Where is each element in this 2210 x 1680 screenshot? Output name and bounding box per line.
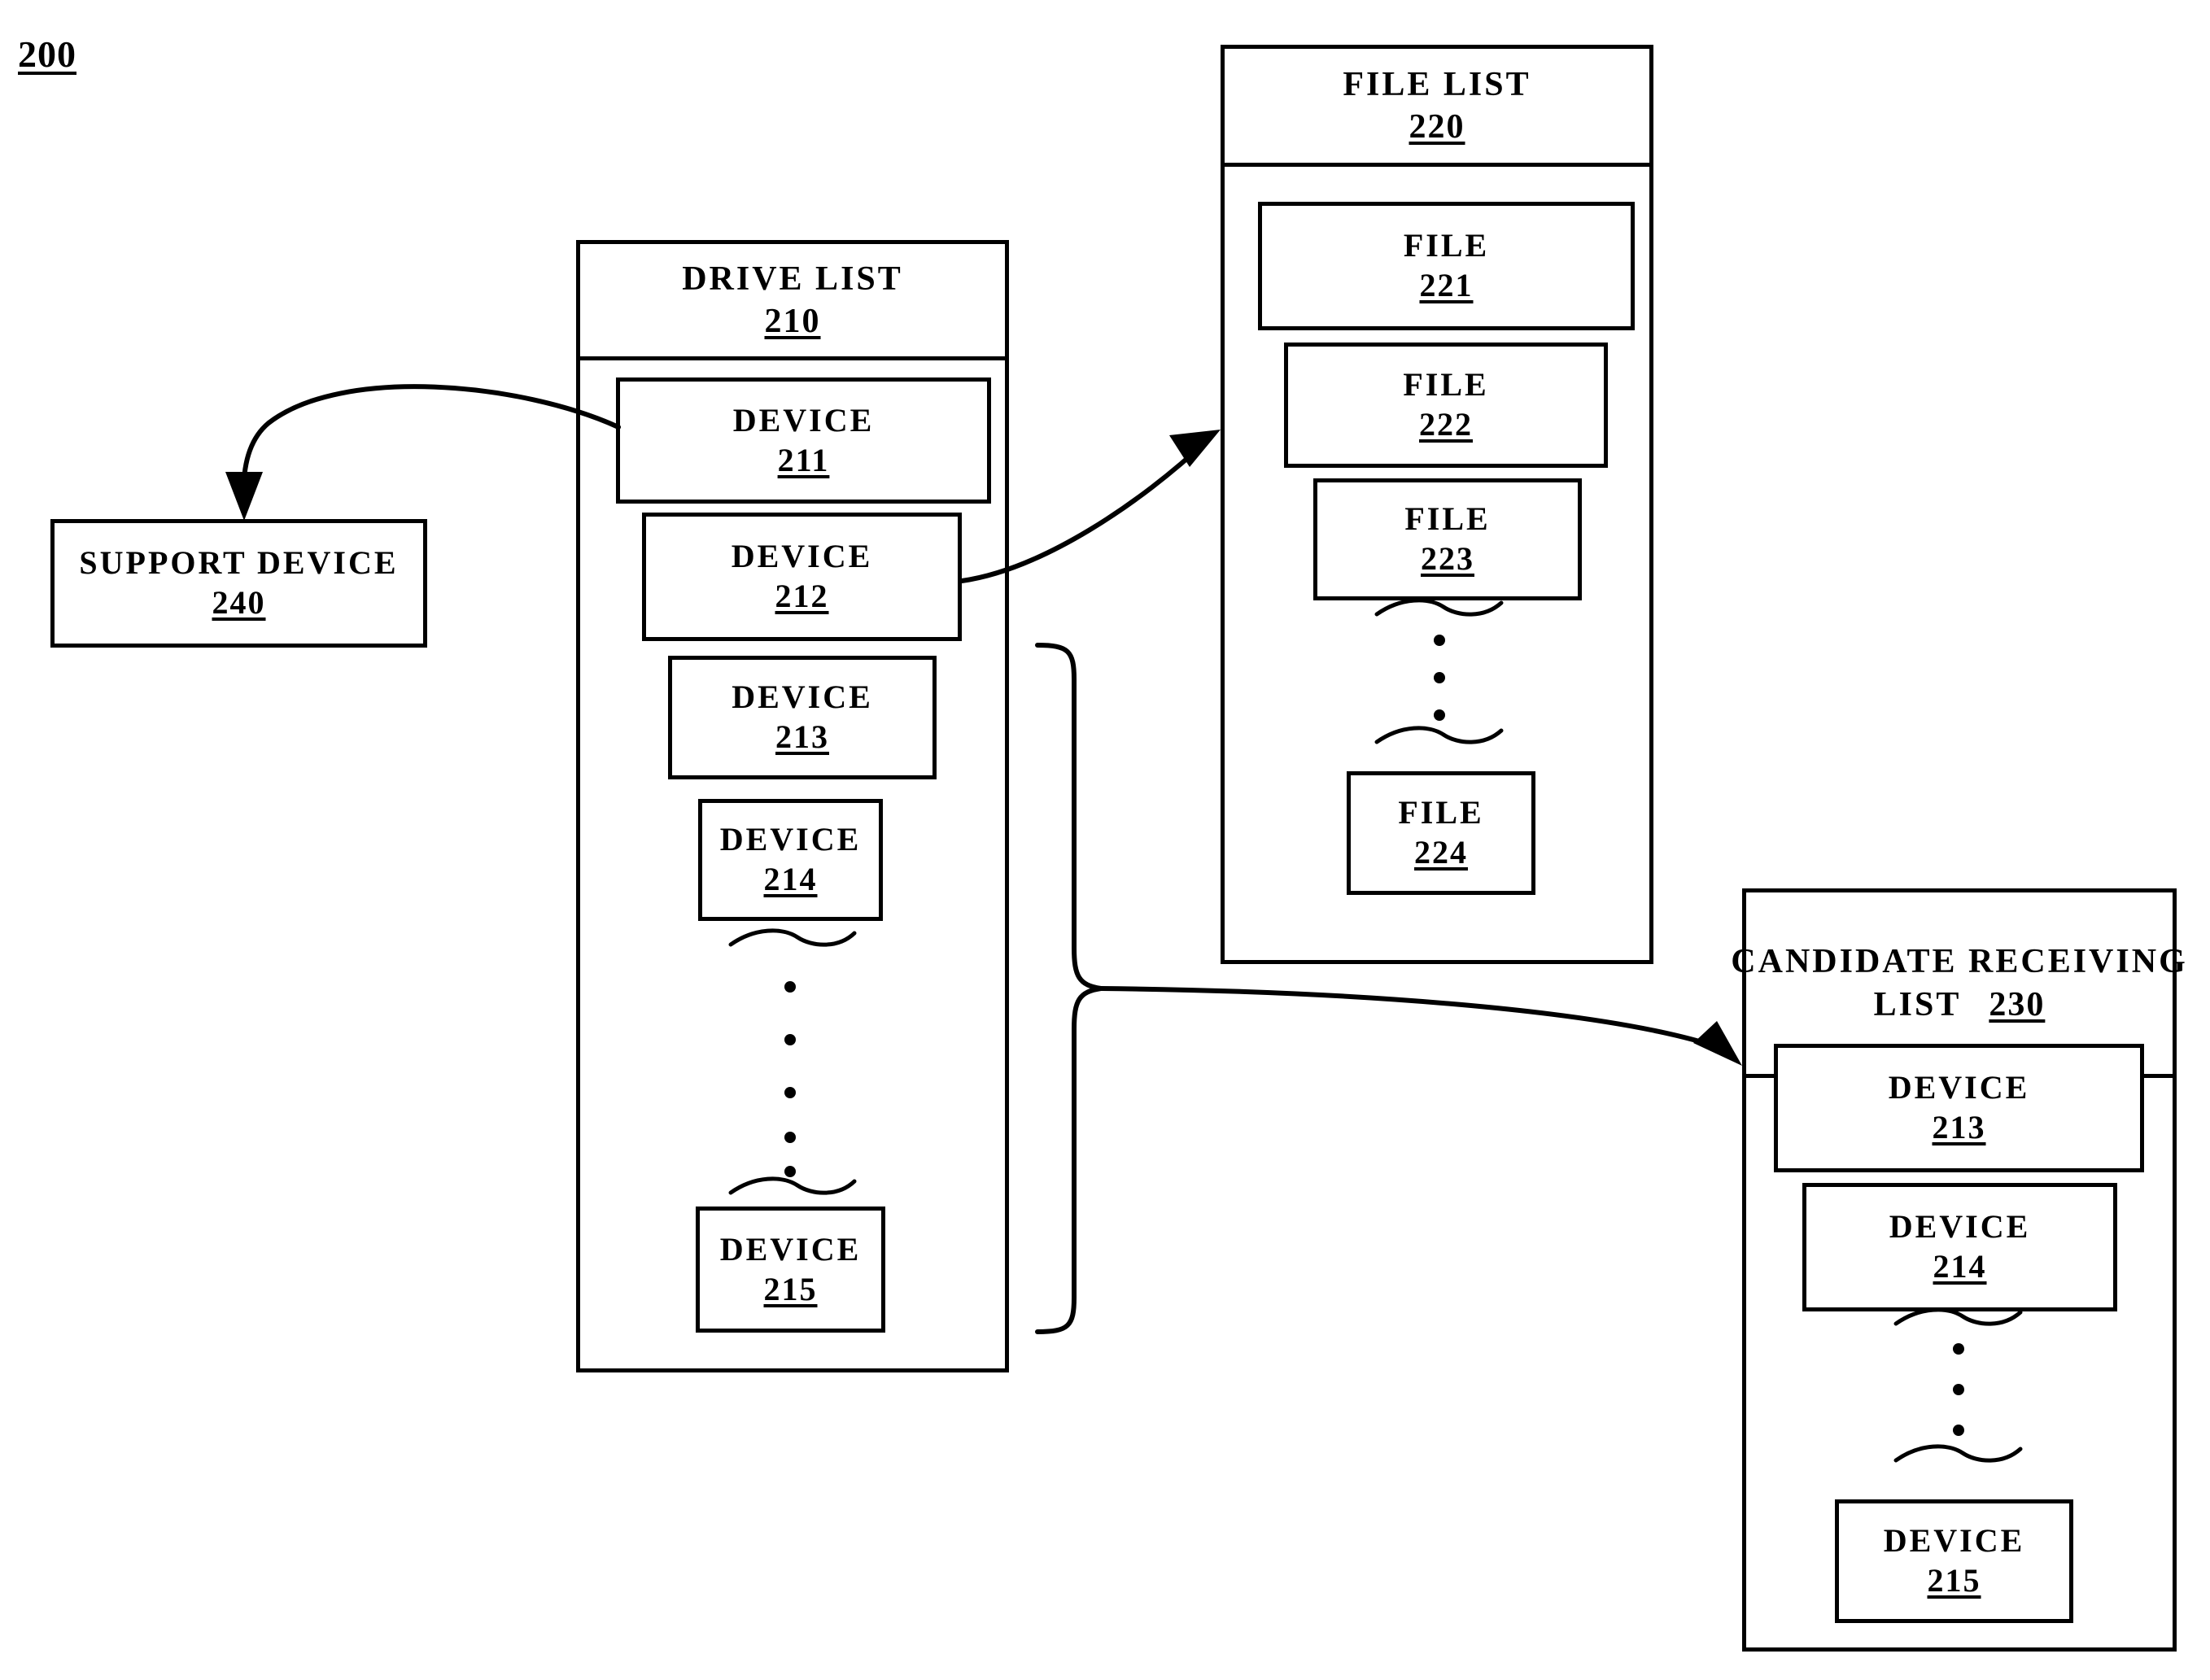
candidate-receiving-list-ref: 230 [1989,985,2046,1023]
figure-number: 200 [18,33,76,75]
candidate-receiving-list-item-214[interactable]: DEVICE 214 [1802,1183,2117,1311]
drive-list-ref: 210 [764,303,821,340]
drive-list-item-214[interactable]: DEVICE 214 [698,799,883,921]
device-ref: 213 [1932,1109,1986,1145]
device-ref: 215 [1927,1562,1981,1599]
device-ref: 215 [763,1270,818,1307]
device-group-brace [1035,643,1102,1334]
file-ref: 223 [1421,540,1474,577]
file-list-item-221[interactable]: FILE 221 [1258,202,1635,330]
drive-list-item-212[interactable]: DEVICE 212 [642,513,962,641]
file-list-ref: 220 [1409,108,1465,146]
file-ref: 224 [1414,834,1468,871]
device-ref: 213 [775,718,829,755]
support-device-box[interactable]: SUPPORT DEVICE 240 [50,519,427,648]
support-device-ref: 240 [212,584,266,621]
file-ref: 222 [1419,406,1473,443]
file-label: FILE [1398,794,1484,831]
device-label: DEVICE [732,401,875,439]
drive-list-header: DRIVE LIST 210 [580,244,1005,360]
file-ref: 221 [1419,267,1474,303]
device-label: DEVICE [719,821,862,857]
device-ref: 214 [1933,1248,1987,1285]
file-label: FILE [1404,500,1491,537]
patent-figure-page: 200 DRIVE LIST 210 DEVICE 211 DEVICE 212… [0,0,2210,1680]
device-label: DEVICE [719,1230,862,1268]
device-label: DEVICE [731,538,873,574]
device-ref: 211 [777,441,830,478]
drive-list-item-211[interactable]: DEVICE 211 [616,377,991,504]
file-label: FILE [1403,366,1489,403]
device-ref: 214 [763,861,818,897]
device-label: DEVICE [732,679,873,715]
file-list-item-222[interactable]: FILE 222 [1284,343,1608,468]
candidate-receiving-list-item-215[interactable]: DEVICE 215 [1835,1499,2073,1623]
device-label: DEVICE [1888,1069,2030,1106]
drive-list-title: DRIVE LIST [682,260,903,298]
file-list-title: FILE LIST [1343,65,1531,103]
candidate-receiving-list-item-213[interactable]: DEVICE 213 [1774,1044,2144,1172]
file-list-item-224[interactable]: FILE 224 [1347,771,1535,895]
candidate-receiving-list-title-line1: CANDIDATE RECEIVING [1731,943,2188,980]
device-label: DEVICE [1883,1522,2025,1559]
drive-list-item-213[interactable]: DEVICE 213 [668,656,937,779]
drive-list-item-215[interactable]: DEVICE 215 [696,1207,885,1333]
file-list-item-223[interactable]: FILE 223 [1313,478,1582,600]
connector-brace-to-candidate-receiving-list [1098,986,1742,1066]
device-ref: 212 [775,578,829,614]
support-device-label: SUPPORT DEVICE [79,544,399,581]
device-label: DEVICE [1889,1208,2031,1245]
connector-device-211-to-support-device [225,384,621,521]
file-label: FILE [1403,227,1490,264]
file-list-header: FILE LIST 220 [1225,49,1649,167]
candidate-receiving-list-title-line2: LIST [1873,985,1962,1023]
